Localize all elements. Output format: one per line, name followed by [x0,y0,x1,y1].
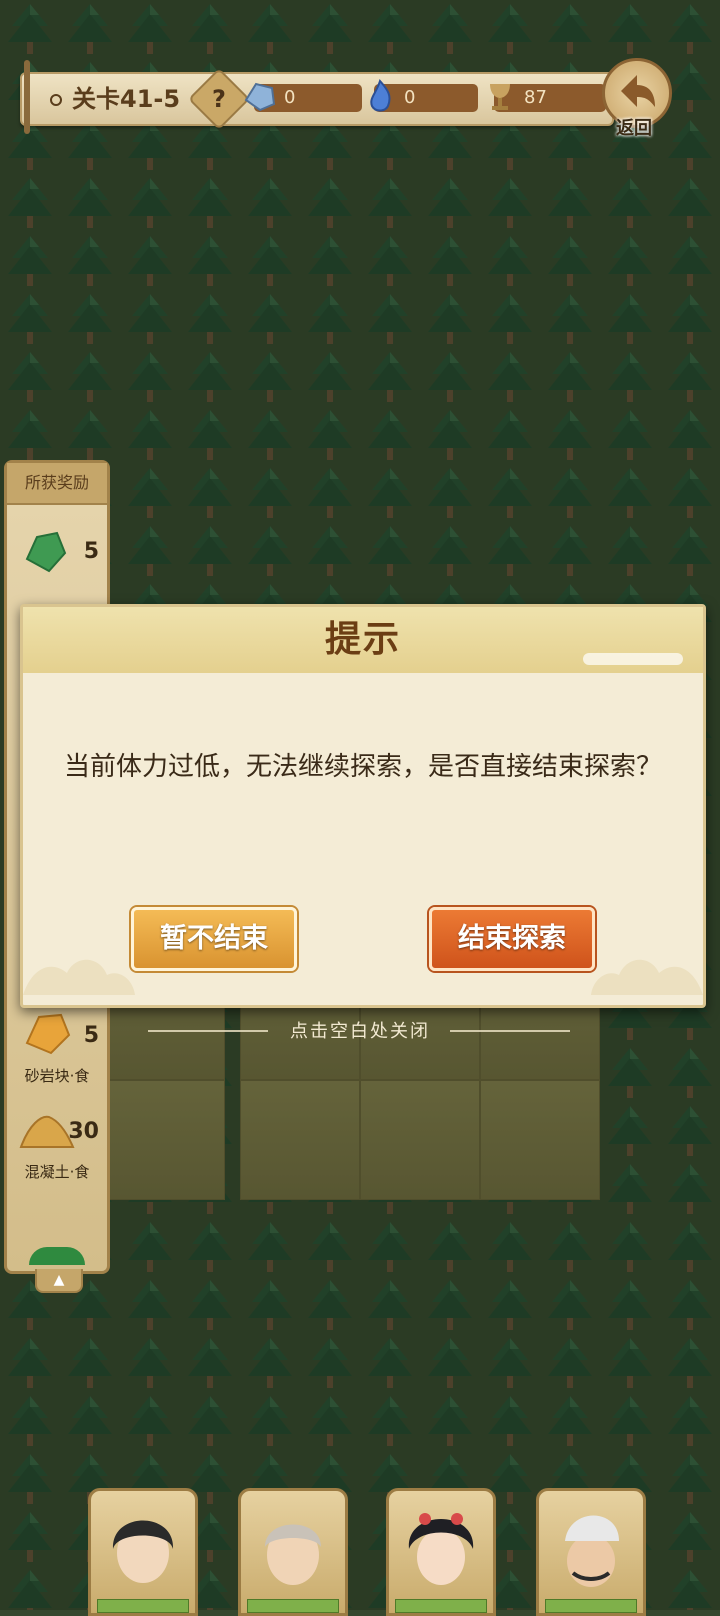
reward-name: 混凝土·食 [24,1163,90,1181]
character-portrait-icon [112,1520,174,1583]
help-button[interactable]: ? [187,67,251,131]
health-bar [395,1599,487,1613]
character-portrait-icon [408,1513,474,1585]
rewards-header: 所获奖励 [7,463,107,505]
back-label: 返回 [616,118,652,139]
character-card[interactable] [238,1488,348,1616]
goblet-icon [490,84,510,110]
blue-ore-icon [244,82,276,112]
reward-name: 砂岩块·食 [24,1067,90,1085]
reward-item[interactable]: 5 [7,525,107,605]
resource-value: 87 [524,87,547,108]
level-dot-icon [50,94,62,106]
health-bar [545,1599,637,1613]
close-hint[interactable]: 点击空白处关闭 [0,1017,720,1043]
resource-blue-flame: 0 [370,79,478,112]
resource-value: 0 [404,87,416,108]
cancel-button[interactable]: 暂不结束 [131,907,297,971]
health-bar [97,1599,189,1613]
character-card[interactable] [88,1488,198,1616]
reward-count: 30 [68,1119,99,1144]
resource-blue-ore: 0 [244,82,362,112]
resource-goblet: 87 [490,84,606,112]
character-card[interactable] [386,1488,496,1616]
back-button[interactable]: 返回 [598,58,672,139]
reward-item[interactable]: 30 混凝土·食 [7,1105,107,1185]
cloud-decor-icon [591,959,703,995]
health-bar [247,1599,339,1613]
reward-count: 5 [83,539,99,564]
concrete-pile-icon [19,1115,75,1148]
resource-value: 0 [284,87,296,108]
blue-flame-icon [370,79,391,112]
cloud-decor-icon [23,959,135,995]
end-exploration-button[interactable]: 结束探索 [429,907,595,971]
green-ore-icon [25,531,67,573]
reward-item-partial [29,1247,85,1265]
question-mark-icon: ? [212,85,226,113]
dialog-title: 提示 [324,619,401,660]
level-label: 关卡41-5 [72,85,181,113]
character-card[interactable] [536,1488,646,1616]
bar-pin [24,60,30,134]
collapse-tab[interactable]: ▲ [35,1269,83,1293]
dialog-message: 当前体力过低，无法继续探索，是否直接结束探索？ [63,752,662,782]
top-status-bar: 关卡41-5 ? 0 0 87 [20,60,614,134]
character-portrait-icon [265,1524,321,1585]
character-portrait-icon [565,1515,619,1587]
confirm-dialog: 提示 当前体力过低，无法继续探索，是否直接结束探索？ 暂不结束 结束探索 [20,604,706,1008]
